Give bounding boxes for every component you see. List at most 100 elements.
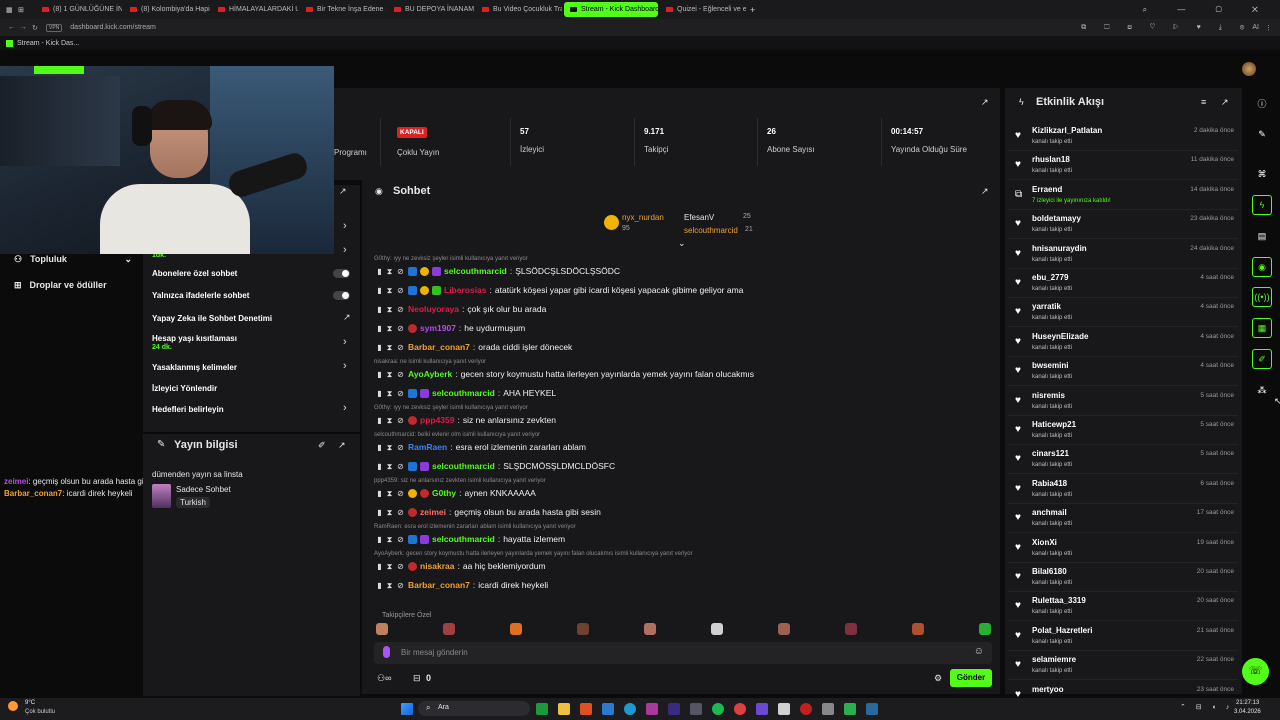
emote-icon[interactable]	[778, 623, 790, 635]
browser-tab[interactable]: HİMALAYALARDAKİ UÇAK	[212, 2, 298, 17]
back-icon[interactable]: ←	[8, 24, 20, 31]
chat-message[interactable]: ▮ ⧗ ⊘ selcouthmarcid: SLŞDCMÖSŞLDMCLDÖSFC	[376, 459, 615, 473]
activity-item[interactable]: ⧉ Erraend 7 izleyici ile yayınınıza katıld…	[1008, 181, 1238, 210]
pin-icon[interactable]: ▮	[376, 581, 383, 590]
chevron-right-icon[interactable]: ›	[343, 360, 347, 372]
timeout-icon[interactable]: ⧗	[386, 389, 393, 398]
browser-tab[interactable]: Bu Video Çocukluk Travm	[476, 2, 562, 17]
chat-message[interactable]: ▮ ⧗ ⊘ AyoAyberk: gecen story koymustu hatta …	[376, 367, 754, 381]
activity-username[interactable]: yarratik	[1032, 302, 1061, 311]
timeout-icon[interactable]: ⧗	[386, 267, 393, 276]
ban-icon[interactable]: ⊘	[396, 267, 405, 276]
timeout-icon[interactable]: ⧗	[386, 305, 393, 314]
popout-icon[interactable]: ↗	[981, 186, 989, 197]
pin-icon[interactable]: ▮	[376, 462, 383, 471]
broadcast-icon[interactable]: ((•))	[1252, 287, 1272, 307]
chat-message[interactable]: ▮ ⧗ ⊘ selcouthmarcid: hayatta izlemem	[376, 532, 565, 546]
activity-username[interactable]: Polat_Hazretleri	[1032, 626, 1092, 635]
setting-emote-only[interactable]: Yalnızca ifadelerle sohbet	[152, 291, 249, 300]
start-icon[interactable]	[401, 703, 413, 715]
setting-goals[interactable]: Hedefleri belirleyin	[152, 405, 224, 414]
camera-icon[interactable]: ⌘	[1252, 164, 1272, 184]
tray-icons[interactable]: ⌃ ⊟ ◖ ♪	[1180, 703, 1233, 711]
taskbar-app-icon[interactable]	[778, 703, 790, 715]
ban-icon[interactable]: ⊘	[396, 443, 405, 452]
pin-icon[interactable]: ▮	[376, 562, 383, 571]
emote-icon[interactable]	[577, 623, 589, 635]
browser-tab[interactable]: BU DEPOYA İNANAMAYA	[388, 2, 474, 17]
timeout-icon[interactable]: ⧗	[386, 562, 393, 571]
activity-username[interactable]: Bilal6180	[1032, 567, 1067, 576]
activity-item[interactable]: ♥ Rabia418 kanalı takip etti 6 saat önce	[1008, 475, 1238, 504]
browser-tab[interactable]: Quizei - Eğlenceli ve etkin	[660, 2, 746, 17]
ban-icon[interactable]: ⊘	[396, 305, 405, 314]
emote-only-toggle[interactable]	[333, 291, 350, 300]
pin-icon[interactable]: ▮	[376, 370, 383, 379]
pin-icon[interactable]: ▮	[376, 443, 383, 452]
activity-username[interactable]: nisremis	[1032, 391, 1065, 400]
chat-username[interactable]: Barbar_conan7	[408, 342, 470, 352]
setting-subscribers-only[interactable]: Abonelere özel sohbet	[152, 269, 237, 278]
activity-item[interactable]: ♥ XionXi kanalı takip etti 19 saat önce	[1008, 534, 1238, 563]
setting-banned-words[interactable]: Yasaklanmış kelimeler	[152, 363, 237, 372]
activity-item[interactable]: ♥ anchmail kanalı takip etti 17 saat önce	[1008, 504, 1238, 534]
menu-icon[interactable]: ▦	[6, 6, 18, 14]
ban-icon[interactable]: ⊘	[396, 562, 405, 571]
sidebar-item-community[interactable]: ⚇ Topluluk ⌄	[14, 252, 132, 266]
chat-message[interactable]: ▮ ⧗ ⊘ Barbar_conan7: icardi direk heykeli	[376, 578, 548, 592]
lightning-icon[interactable]: ϟ	[1252, 195, 1272, 215]
more-icon[interactable]: ⋮	[1265, 24, 1272, 32]
activity-username[interactable]: selamiemre	[1032, 655, 1076, 664]
chat-message[interactable]: ▮ ⧗ ⊘ Neoluyoraya: çok şık olur bu arada	[376, 302, 546, 316]
taskbar-app-icon[interactable]	[580, 703, 592, 715]
chat-username[interactable]: selcouthmarcid	[444, 266, 507, 276]
forward-icon[interactable]: →	[20, 24, 32, 31]
avatar[interactable]	[1242, 62, 1256, 76]
popout-icon[interactable]: ↗	[1221, 97, 1229, 108]
send-button[interactable]: Gönder	[950, 669, 992, 687]
chat-username[interactable]: nisakraa	[420, 561, 455, 571]
top-gifter-name[interactable]: nyx_nurdan	[622, 213, 664, 222]
emoji-icon[interactable]: ☺	[974, 646, 984, 657]
activity-item[interactable]: ♥ cinars121 kanalı takip etti 5 saat önce	[1008, 445, 1238, 475]
chat-message[interactable]: ▮ ⧗ ⊘ sym1907: he uydurmuşum	[376, 321, 525, 335]
popout-icon[interactable]: ↗	[338, 440, 346, 451]
taskbar-app-icon[interactable]	[558, 703, 570, 715]
activity-item[interactable]: ♥ boldetamayy kanalı takip etti 23 dakika ö…	[1008, 210, 1238, 240]
activity-item[interactable]: ♥ Haticewp21 kanalı takip etti 5 saat önce	[1008, 416, 1238, 445]
chat-username[interactable]: Neoluyoraya	[408, 304, 459, 314]
ban-icon[interactable]: ⊘	[396, 535, 405, 544]
chat-message[interactable]: ▮ ⧗ ⊘ selcouthmarcid: ŞLSÖDCŞLSDÖCLŞSÖDC	[376, 264, 620, 278]
taskbar-app-icon[interactable]	[624, 703, 636, 715]
document-icon[interactable]: ▤	[1252, 226, 1272, 246]
chat-message[interactable]: ▮ ⧗ ⊘ Liberosias: atatürk köşesi yapar gibi …	[376, 283, 743, 297]
chat-username[interactable]: ppp4359	[420, 415, 455, 425]
chat-message[interactable]: ▮ ⧗ ⊘ selcouthmarcid: AHA HEYKEL	[376, 386, 556, 400]
taskbar-app-icon[interactable]	[690, 703, 702, 715]
ban-icon[interactable]: ⊘	[396, 508, 405, 517]
activity-username[interactable]: Rabia418	[1032, 479, 1067, 488]
sidebar-item-drops[interactable]: ⊞ Droplar ve ödüller	[14, 278, 132, 292]
ban-icon[interactable]: ⊘	[396, 389, 405, 398]
edit-icon[interactable]: ✐	[318, 440, 326, 451]
chat-message[interactable]: ▮ ⧗ ⊘ nisakraa: aa hiç beklemiyordum	[376, 559, 545, 573]
expand-icon[interactable]: ⌄	[678, 238, 686, 249]
chat-username[interactable]: sym1907	[420, 323, 456, 333]
chevron-right-icon[interactable]: ›	[343, 402, 347, 414]
emote-icon[interactable]	[644, 623, 656, 635]
activity-username[interactable]: Rulettaa_3319	[1032, 596, 1086, 605]
emote-icon[interactable]	[979, 623, 991, 635]
taskbar-app-icon[interactable]	[800, 703, 812, 715]
activity-username[interactable]: Kizlikzarl_Patlatan	[1032, 126, 1102, 135]
external-link-icon[interactable]: ↗	[343, 312, 351, 323]
taskbar-app-icon[interactable]	[602, 703, 614, 715]
pin-icon[interactable]: ▮	[376, 324, 383, 333]
emote-icon[interactable]	[845, 623, 857, 635]
browser-tab[interactable]: (8) Kolombiya'da Hapish	[124, 2, 210, 17]
browser-tab[interactable]: (8) 1 GÜNLÜĞÜNE İNTER	[36, 2, 122, 17]
pencil-icon[interactable]: ✎	[1252, 124, 1272, 144]
activity-username[interactable]: rhuslan18	[1032, 155, 1070, 164]
bookmark-item[interactable]: Stream - Kick Das...	[17, 40, 79, 47]
ban-icon[interactable]: ⊘	[396, 489, 405, 498]
browser-tab[interactable]: Stream - Kick Dashboard	[564, 2, 658, 17]
